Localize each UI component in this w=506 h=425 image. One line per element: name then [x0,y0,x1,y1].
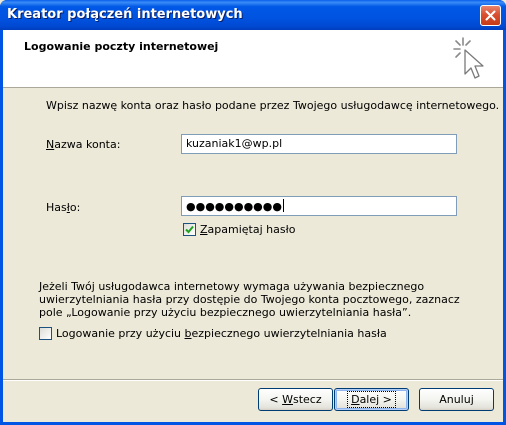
close-button[interactable] [480,5,501,26]
back-button[interactable]: < Wstecz [258,388,333,411]
label-part: ezpiecznego uwierzytelniania hasła [191,327,387,340]
cancel-button[interactable]: Anuluj [419,388,494,411]
account-name-input[interactable]: kuzaniak1@wp.pl [181,134,457,154]
access-key: N [46,138,55,151]
wizard-window: Kreator połączeń internetowych Logowanie… [0,0,506,425]
text-caret [282,199,284,212]
secure-auth-label[interactable]: Logowanie przy użyciu bezpiecznego uwier… [56,327,387,340]
remember-password-checkbox[interactable] [183,223,196,236]
label-part: < [269,393,283,406]
button-separator [3,379,503,381]
cancel-button-label: Anuluj [439,393,474,406]
wizard-content: Wpisz nazwę konta oraz hasło podane prze… [3,89,503,379]
account-name-label: Nazwa konta: [46,138,120,151]
close-x-icon [485,10,496,21]
label-part: apamiętaj hasło [207,223,296,236]
account-name-value: kuzaniak1@wp.pl [186,137,283,150]
password-masked-value: ●●●●●●●●●● [186,200,282,213]
label-part: alej > [359,393,392,406]
secure-auth-checkbox[interactable] [39,327,52,340]
access-key: D [351,393,360,406]
label-part: o: [69,201,81,214]
checkmark-icon [185,225,194,234]
dialog-body: Logowanie poczty internetowej Wpisz nazw… [3,30,503,422]
page-title: Logowanie poczty internetowej [24,40,219,53]
password-input[interactable]: ●●●●●●●●●● [181,196,457,216]
label-part: Has [46,201,67,214]
label-part: Logowanie przy użyciu [56,327,185,340]
label-part: azwa konta: [54,138,121,151]
access-key: Z [200,223,208,236]
remember-password-label[interactable]: Zapamiętaj hasło [200,223,295,236]
wizard-sparkle-cursor-icon [453,37,484,79]
label-part: stecz [292,393,322,406]
next-button[interactable]: Dalej > [334,388,409,411]
access-key: W [282,393,293,406]
window-title: Kreator połączeń internetowych [7,7,243,22]
spa-info-text: Jeżeli Twój usługodawca internetowy wyma… [39,280,460,319]
access-key: b [184,327,192,340]
title-bar[interactable]: Kreator połączeń internetowych [0,0,506,30]
intro-text: Wpisz nazwę konta oraz hasło podane prze… [46,99,500,112]
password-label: Hasło: [46,201,80,214]
wizard-header: Logowanie poczty internetowej [3,30,503,88]
